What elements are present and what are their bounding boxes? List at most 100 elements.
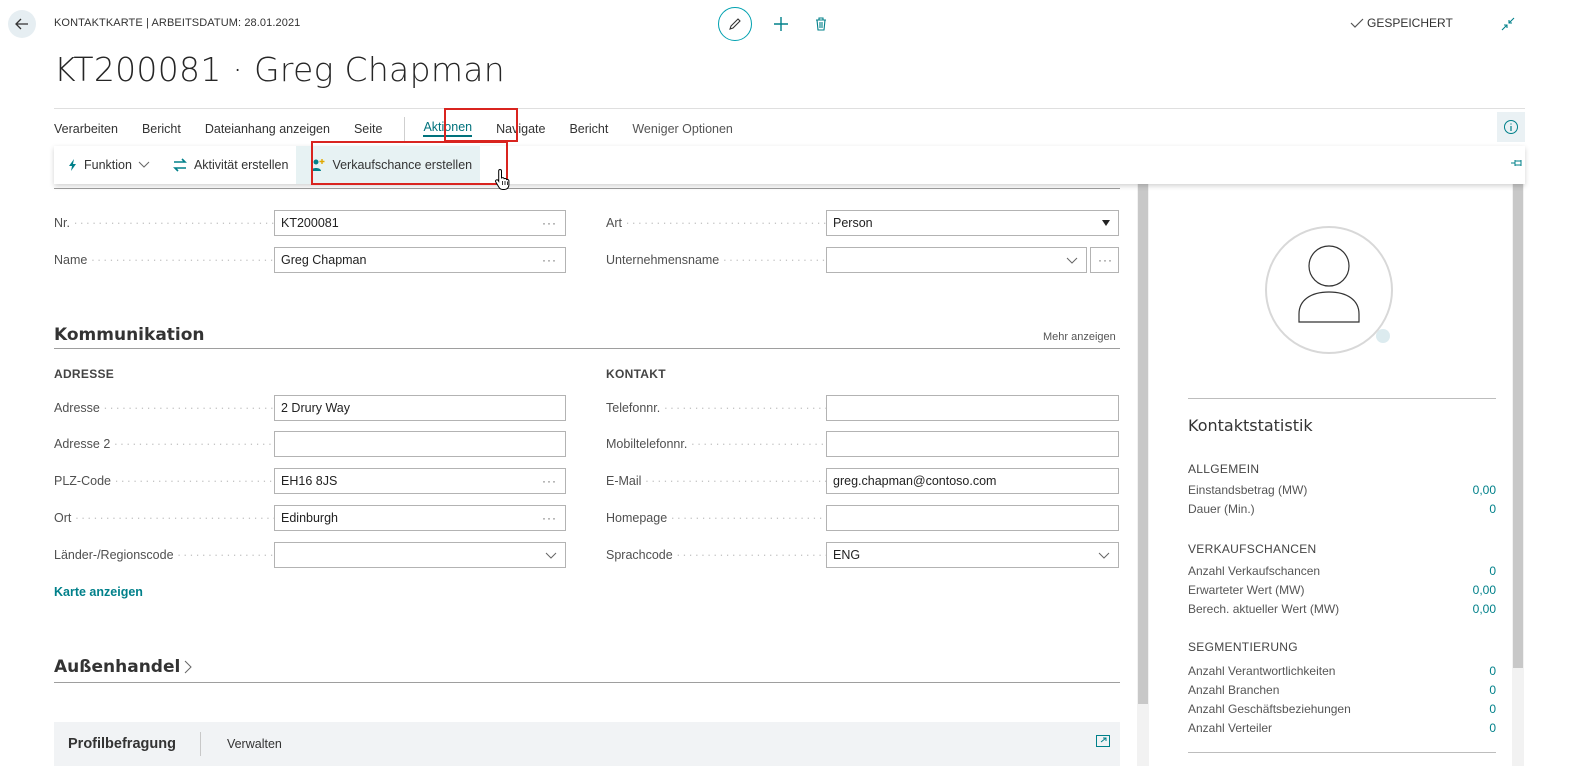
- company-field[interactable]: [826, 247, 1087, 273]
- general-section-line: [54, 188, 1120, 189]
- top-actions: [718, 7, 832, 41]
- factbox-toggle-button[interactable]: [1497, 112, 1525, 142]
- factbox-scrollbar-thumb[interactable]: [1513, 184, 1523, 668]
- factbox-row-value[interactable]: 0: [1489, 721, 1496, 735]
- name-field[interactable]: Greg Chapman ···: [274, 247, 566, 273]
- highlight-box-verkaufschance: [311, 141, 508, 185]
- factbox-row-value[interactable]: 0: [1489, 683, 1496, 697]
- pencil-icon: [729, 18, 741, 30]
- delete-button[interactable]: [810, 13, 832, 35]
- ort-field[interactable]: Edinburgh ···: [274, 505, 566, 531]
- profile-manage-button[interactable]: Verwalten: [201, 737, 282, 751]
- content-scrollbar[interactable]: [1137, 184, 1149, 766]
- plz-value: EH16 8JS: [281, 474, 338, 488]
- contact-avatar[interactable]: [1265, 220, 1393, 368]
- nr-value: KT200081: [281, 216, 339, 230]
- factbox-row-value[interactable]: 0: [1489, 664, 1496, 678]
- factbox-row-value[interactable]: 0,00: [1473, 602, 1496, 616]
- field-row-homepage: Homepage ·······························…: [606, 505, 826, 531]
- lookup-ellipsis-icon[interactable]: ···: [542, 216, 557, 230]
- nr-field[interactable]: KT200081 ···: [274, 210, 566, 236]
- adresse2-field[interactable]: [274, 431, 566, 457]
- subaction-aktivitaet-label: Aktivität erstellen: [193, 158, 289, 172]
- homepage-field[interactable]: [826, 505, 1119, 531]
- subaction-funktion-label: Funktion: [84, 158, 132, 172]
- show-more-link[interactable]: Mehr anzeigen: [1043, 331, 1116, 343]
- show-map-link[interactable]: Karte anzeigen: [54, 585, 143, 599]
- lookup-ellipsis-icon[interactable]: ···: [542, 253, 557, 267]
- email-field[interactable]: greg.chapman@contoso.com: [826, 468, 1119, 494]
- chevron-down-icon: [1098, 552, 1110, 559]
- field-label-sprache: Sprachcode ·····························…: [606, 548, 826, 562]
- collapse-arrows-icon: [1501, 17, 1515, 31]
- lookup-ellipsis-icon[interactable]: ···: [542, 474, 557, 488]
- field-row-art: Art ····································…: [606, 210, 826, 236]
- factbox-row-value[interactable]: 0,00: [1473, 483, 1496, 497]
- field-row-ort: Ort ····································…: [54, 505, 274, 531]
- back-button[interactable]: [8, 10, 36, 38]
- action-bar: Verarbeiten Bericht Dateianhang anzeigen…: [54, 108, 1525, 148]
- factbox-row-value[interactable]: 0: [1489, 702, 1496, 716]
- email-value: greg.chapman@contoso.com: [833, 474, 997, 488]
- subaction-funktion[interactable]: Funktion: [54, 146, 158, 184]
- land-select[interactable]: [274, 542, 566, 568]
- collapse-button[interactable]: [1500, 16, 1516, 35]
- action-subbar: Funktion Aktivität erstellen Verkaufscha…: [54, 146, 1525, 184]
- factbox-divider: [1188, 752, 1496, 753]
- field-row-sprache: Sprachcode ·····························…: [606, 542, 826, 568]
- profile-part-header: Profilbefragung Verwalten: [54, 722, 1120, 766]
- group-header-adresse: ADRESSE: [54, 367, 115, 381]
- edit-button[interactable]: [718, 7, 752, 41]
- factbox-title: Kontaktstatistik: [1188, 416, 1313, 435]
- pin-icon: [1511, 160, 1522, 166]
- pin-button[interactable]: [1510, 157, 1524, 172]
- telefon-field[interactable]: [826, 395, 1119, 421]
- lookup-ellipsis-icon[interactable]: ···: [542, 511, 557, 525]
- factbox-row: Anzahl Verkaufschancen 0: [1188, 564, 1496, 578]
- chevron-down-icon: [138, 161, 150, 168]
- trash-icon: [816, 17, 826, 31]
- subaction-aktivitaet[interactable]: Aktivität erstellen: [158, 146, 296, 184]
- sprache-select[interactable]: ENG: [826, 542, 1119, 568]
- company-lookup-button[interactable]: ···: [1090, 247, 1119, 273]
- content-scrollbar-thumb[interactable]: [1138, 184, 1148, 704]
- adresse-field[interactable]: 2 Drury Way: [274, 395, 566, 421]
- section-line-kommunikation: [54, 348, 1120, 349]
- field-label-nr: Nr. ····································…: [54, 216, 274, 230]
- field-label-company: Unternehmensname ·······················…: [606, 253, 826, 267]
- factbox-row-label: Dauer (Min.): [1188, 502, 1255, 516]
- chevron-right-icon: [184, 660, 193, 674]
- saved-status: GESPEICHERT: [1350, 16, 1453, 30]
- plz-field[interactable]: EH16 8JS ···: [274, 468, 566, 494]
- expand-icon[interactable]: [1096, 735, 1110, 747]
- action-verarbeiten[interactable]: Verarbeiten: [54, 109, 130, 149]
- factbox-row: Anzahl Branchen 0: [1188, 683, 1496, 697]
- factbox-row-value[interactable]: 0: [1489, 502, 1496, 516]
- field-row-email: E-Mail ·································…: [606, 468, 826, 494]
- new-button[interactable]: [770, 13, 792, 35]
- action-weniger-optionen[interactable]: Weniger Optionen: [620, 109, 745, 149]
- adresse-value: 2 Drury Way: [281, 401, 350, 415]
- factbox-group-verkaufschancen: VERKAUFSCHANCEN: [1188, 542, 1317, 556]
- factbox-row-label: Einstandsbetrag (MW): [1188, 483, 1308, 497]
- field-label-homepage: Homepage ·······························…: [606, 511, 826, 525]
- caret-down-icon: [1102, 220, 1110, 226]
- art-select[interactable]: Person: [826, 210, 1119, 236]
- factbox-scrollbar[interactable]: [1512, 184, 1524, 766]
- factbox-row-value[interactable]: 0,00: [1473, 583, 1496, 597]
- page-title: KT200081 · Greg Chapman: [54, 50, 505, 89]
- art-value: Person: [833, 216, 873, 230]
- field-row-land: Länder-/Regionscode ····················…: [54, 542, 274, 568]
- action-bericht[interactable]: Bericht: [130, 109, 193, 149]
- section-title-kommunikation[interactable]: Kommunikation: [54, 325, 205, 345]
- field-row-plz: PLZ-Code ·······························…: [54, 468, 274, 494]
- profile-part-title[interactable]: Profilbefragung: [54, 732, 201, 756]
- factbox-row-value[interactable]: 0: [1489, 564, 1496, 578]
- field-label-ort: Ort ····································…: [54, 511, 274, 525]
- section-title-aussenhandel[interactable]: Außenhandel: [54, 657, 193, 677]
- mobil-field[interactable]: [826, 431, 1119, 457]
- factbox-row: Erwarteter Wert (MW) 0,00: [1188, 583, 1496, 597]
- action-bericht-2[interactable]: Bericht: [557, 109, 620, 149]
- chevron-down-icon: [545, 552, 557, 559]
- field-label-land: Länder-/Regionscode ····················…: [54, 548, 274, 562]
